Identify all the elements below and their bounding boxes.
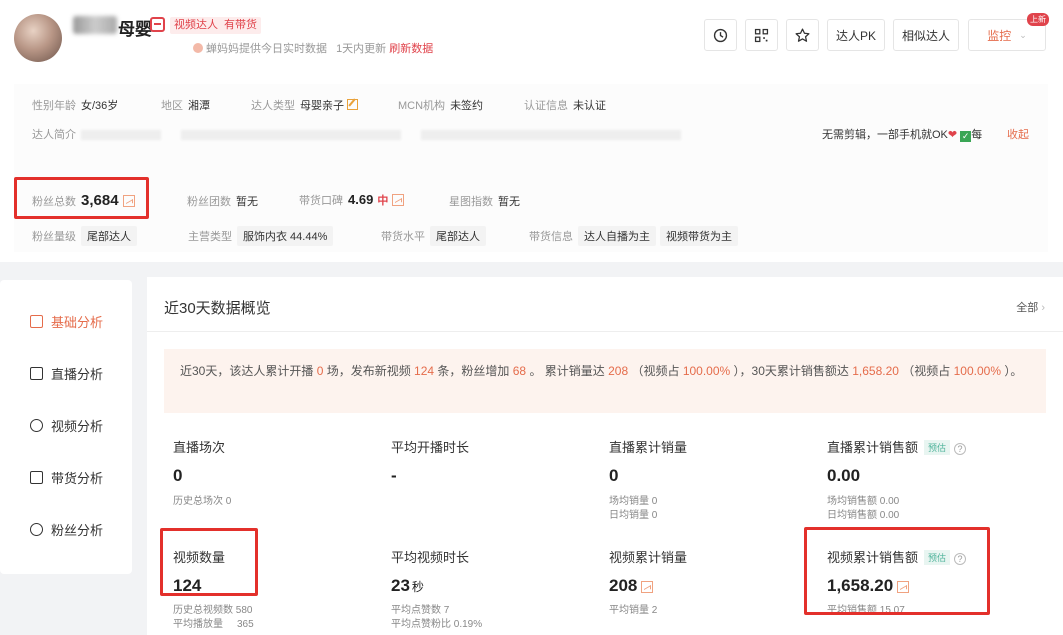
heart-icon: ❤	[947, 129, 958, 141]
shop-icon	[150, 17, 165, 32]
metric-video-sales: 视频累计销量 208 平均销量 2	[609, 550, 688, 616]
profile-card: 母婴 视频达人 有带货 蝉妈妈提供今日实时数据 1天内更新 刷新数据 达人PK …	[0, 0, 1063, 262]
fan-group: 粉丝团数 暂无	[187, 196, 258, 208]
data-source-line: 蝉妈妈提供今日实时数据 1天内更新 刷新数据	[193, 40, 433, 56]
highlight-box-video-count	[160, 528, 258, 596]
summary-number: 100.00%	[953, 364, 1001, 378]
star-index: 星图指数 暂无	[449, 196, 520, 208]
checkbox-icon: ✓	[960, 131, 972, 142]
summary-text: 条，粉丝增加	[434, 364, 513, 378]
summary-text: 。 累计销量达	[526, 364, 609, 378]
favorite-button[interactable]	[786, 19, 819, 51]
source-dot-icon	[193, 43, 203, 53]
clock-icon	[713, 28, 728, 42]
estimate-badge: 预估	[924, 440, 951, 455]
live-icon	[30, 367, 43, 380]
intro-tail: 无需剪辑，一部手机就OK❤ ✓ 每	[822, 129, 983, 142]
metric-live-count: 直播场次 0 历史总场次 0	[173, 440, 232, 507]
highlight-box-video-gmv	[804, 527, 990, 615]
highlight-box-fans	[14, 177, 149, 219]
user-icon	[30, 523, 43, 536]
region: 地区 湘潭	[161, 100, 210, 112]
star-icon	[795, 27, 810, 42]
qrcode-icon	[754, 28, 769, 42]
chart-square-icon	[30, 315, 43, 328]
sidebar-item-basic-analysis[interactable]: 基础分析	[30, 312, 103, 331]
edit-icon[interactable]	[347, 99, 358, 110]
tag-video-creator: 视频达人	[170, 17, 222, 34]
gender-age: 性别年龄 女/36岁	[32, 100, 119, 112]
similar-creators-button[interactable]: 相似达人	[893, 19, 959, 51]
creator-intro: 达人简介	[32, 126, 681, 142]
summary-number: 68	[512, 364, 527, 378]
name-blur	[73, 16, 117, 34]
profile-name: 母婴	[118, 20, 152, 39]
bag-icon	[30, 471, 43, 484]
creator-type: 达人类型 母婴亲子	[251, 97, 358, 113]
fans-level: 粉丝量级 尾部达人	[32, 226, 141, 246]
overview-summary: 近30天，该达人累计开播 0 场，发布新视频 124 条，粉丝增加 68 。 累…	[164, 349, 1046, 413]
history-button[interactable]	[704, 19, 737, 51]
refresh-data-link[interactable]: 刷新数据	[389, 43, 433, 55]
chevron-down-icon: ⌄	[1019, 29, 1027, 40]
new-badge: 上新	[1027, 13, 1049, 26]
intro-blurred	[81, 130, 161, 141]
chevron-right-icon: ›	[1041, 302, 1045, 314]
metric-avg-video-duration: 平均视频时长 23 秒 平均点赞数 7 平均点赞粉比 0.19%	[391, 550, 483, 630]
sidebar-item-live-analysis[interactable]: 直播分析	[30, 364, 103, 383]
creator-pk-button[interactable]: 达人PK	[827, 19, 885, 51]
summary-text: 近30天，该达人累计开播	[180, 364, 317, 378]
summary-text: ）。	[1001, 364, 1023, 378]
trend-chart-icon[interactable]	[641, 581, 654, 593]
summary-text: （视频占	[898, 364, 954, 378]
view-all-link[interactable]: 全部 ›	[1016, 299, 1045, 315]
metric-live-gmv: 直播累计销售额 预估? 0.00 场均销售额 0.00 日均销售额 0.00	[827, 437, 967, 523]
divider	[147, 331, 1063, 332]
summary-text: ），30天累计销售额达	[730, 364, 853, 378]
mcn-agency: MCN机构 未签约	[398, 100, 484, 112]
summary-number: 1,658.20	[852, 364, 899, 378]
summary-text: （视频占	[628, 364, 683, 378]
sales-info: 带货信息 达人自播为主 视频带货为主	[529, 226, 742, 246]
main-category: 主营类型 服饰内衣 44.44%	[188, 226, 337, 246]
summary-number: 208	[608, 364, 629, 378]
sales-reputation: 带货口碑 4.69 中	[299, 192, 405, 208]
help-icon[interactable]: ?	[954, 443, 967, 455]
summary-number: 124	[414, 364, 435, 378]
certification: 认证信息 未认证	[524, 100, 606, 112]
avatar[interactable]	[14, 14, 62, 62]
collapse-link[interactable]: 收起	[1007, 126, 1029, 142]
metric-live-sales: 直播累计销量 0 场均销量 0 日均销量 0	[609, 440, 688, 521]
qrcode-button[interactable]	[745, 19, 778, 51]
sidebar-item-fans-analysis[interactable]: 粉丝分析	[30, 520, 103, 539]
sales-level: 带货水平 尾部达人	[381, 226, 490, 246]
summary-text: 场，发布新视频	[323, 364, 415, 378]
overview-title: 近30天数据概览	[164, 300, 271, 317]
trend-chart-icon[interactable]	[392, 194, 405, 206]
metric-avg-live-duration: 平均开播时长 -	[391, 440, 470, 485]
summary-number: 100.00%	[682, 364, 731, 378]
play-circle-icon	[30, 419, 43, 432]
tag-sales: 有带货	[220, 17, 261, 34]
analysis-sidebar: 基础分析 直播分析 视频分析 带货分析 粉丝分析	[0, 280, 132, 574]
sidebar-item-video-analysis[interactable]: 视频分析	[30, 416, 103, 435]
monitor-button[interactable]: 监控 ⌄ 上新	[968, 13, 1049, 51]
sidebar-item-sales-analysis[interactable]: 带货分析	[30, 468, 103, 487]
